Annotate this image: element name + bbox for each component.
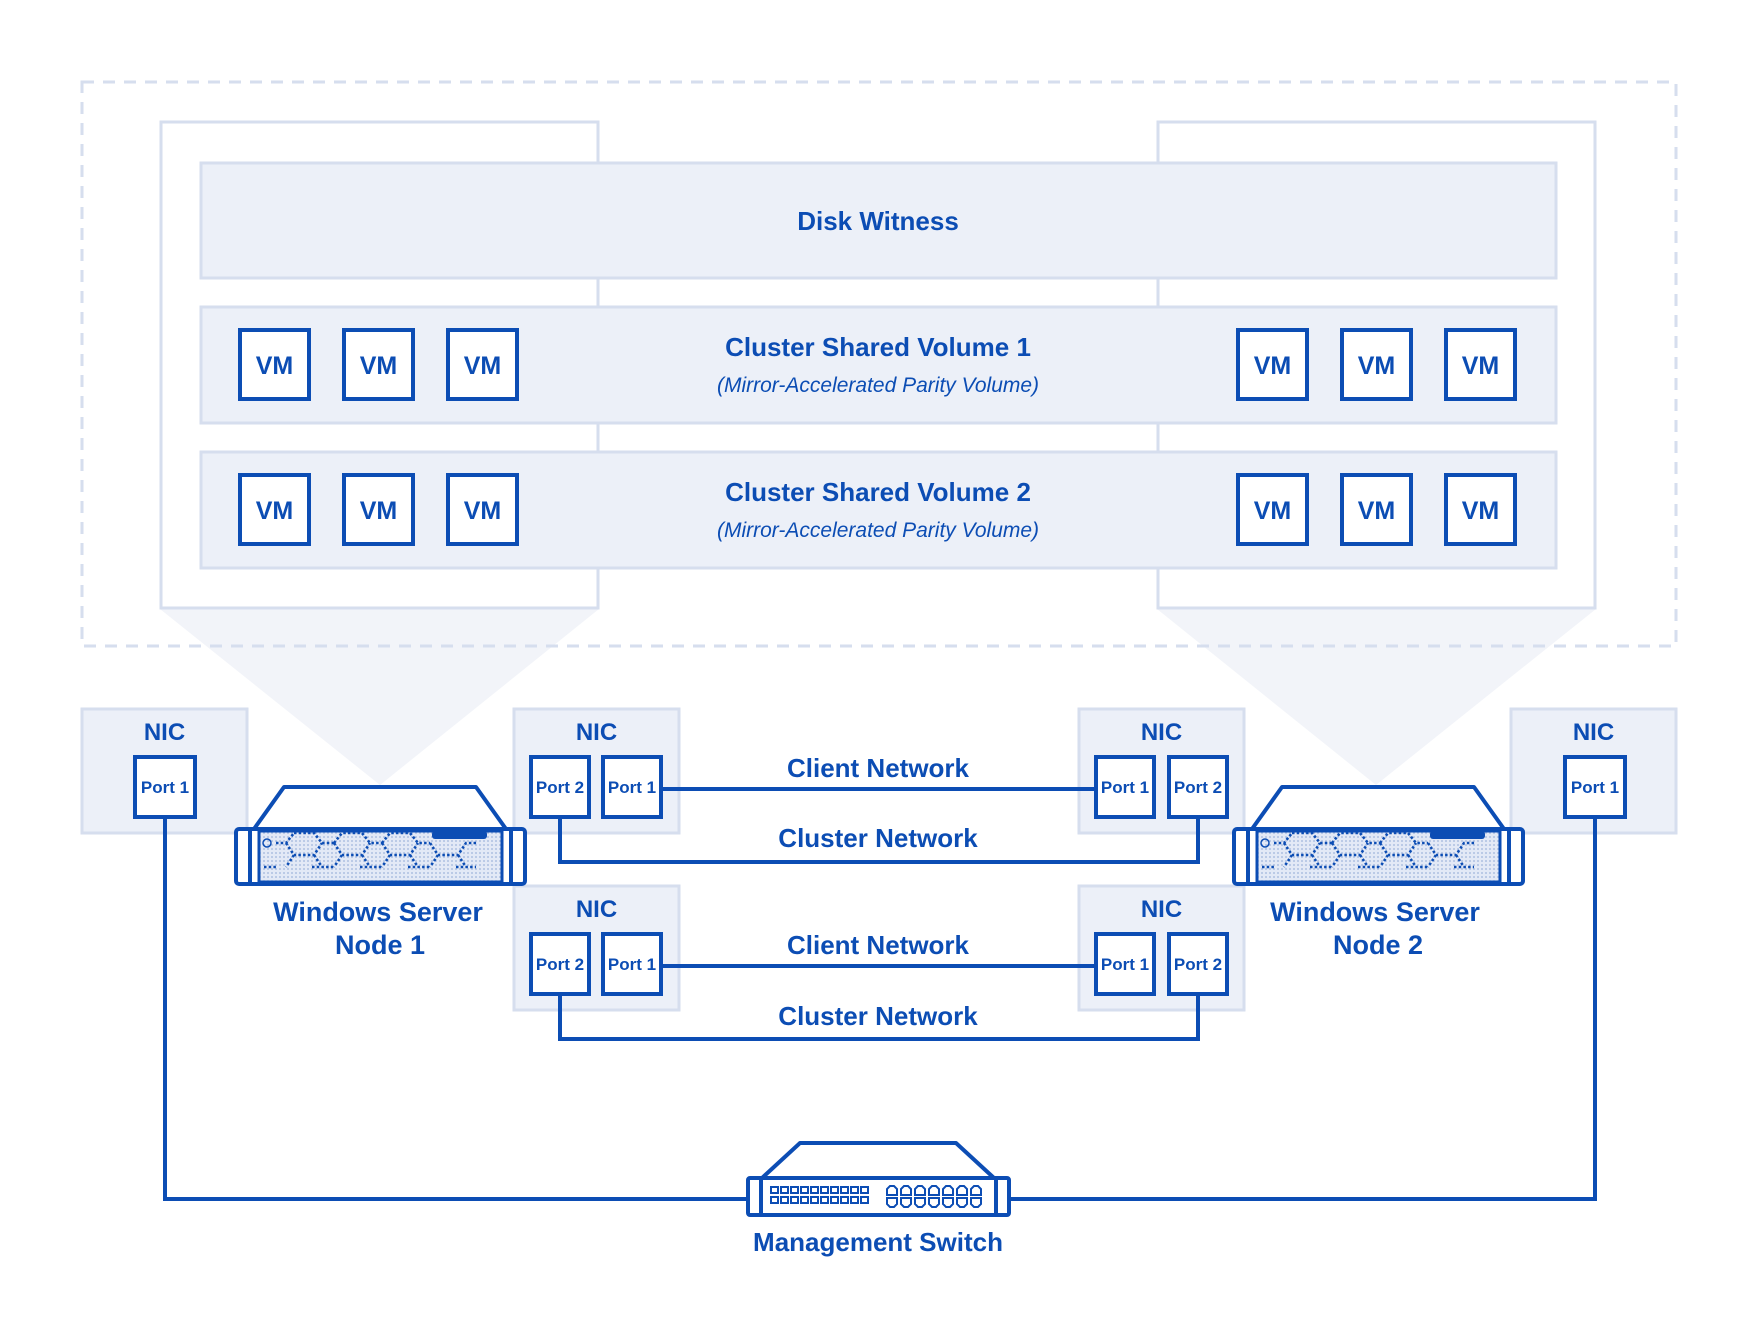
vm-label: VM — [360, 497, 398, 525]
vm-label: VM — [464, 497, 502, 525]
port-label: Port 2 — [536, 778, 584, 797]
vm-box[interactable]: VM — [1236, 328, 1309, 401]
vm-box[interactable]: VM — [342, 473, 415, 546]
port-box[interactable]: Port 2 — [529, 755, 591, 819]
node2-label-line2: Node 2 — [1333, 930, 1423, 960]
port-label: Port 1 — [608, 955, 656, 974]
nic-label: NIC — [1573, 719, 1614, 746]
port-box[interactable]: Port 1 — [1094, 755, 1156, 819]
disk-witness[interactable]: Disk Witness — [199, 161, 1558, 280]
port-label: Port 1 — [1101, 778, 1149, 797]
port-box[interactable]: Port 1 — [601, 755, 663, 819]
node1-label-line2: Node 1 — [335, 930, 425, 960]
nic-label: NIC — [1141, 896, 1182, 923]
vm-label: VM — [256, 497, 294, 525]
csv2-title: Cluster Shared Volume 2 — [725, 477, 1031, 507]
port-label: Port 1 — [141, 778, 189, 797]
csv2-subtitle: (Mirror-Accelerated Parity Volume) — [717, 519, 1039, 542]
port-box[interactable]: Port 1 — [1094, 932, 1156, 996]
port-label: Port 1 — [1571, 778, 1619, 797]
vm-box[interactable]: VM — [1444, 328, 1517, 401]
port-label: Port 2 — [536, 955, 584, 974]
nic-label: NIC — [576, 719, 617, 746]
vm-label: VM — [1254, 352, 1292, 380]
vm-box[interactable]: VM — [342, 328, 415, 401]
vm-box[interactable]: VM — [446, 473, 519, 546]
cluster-network-label-upper: Cluster Network — [778, 823, 978, 853]
vm-label: VM — [464, 352, 502, 380]
vm-box[interactable]: VM — [1340, 473, 1413, 546]
vm-label: VM — [1358, 352, 1396, 380]
management-switch-label: Management Switch — [753, 1227, 1003, 1257]
port-box[interactable]: Port 2 — [529, 932, 591, 996]
port-label: Port 1 — [608, 778, 656, 797]
disk-witness-label: Disk Witness — [797, 206, 959, 236]
client-network-label-upper: Client Network — [787, 753, 970, 783]
vm-box[interactable]: VM — [1340, 328, 1413, 401]
server-icon[interactable] — [234, 785, 527, 886]
nic-label: NIC — [144, 719, 185, 746]
port-label: Port 2 — [1174, 955, 1222, 974]
failover-cluster-diagram: Disk Witness Cluster Shared Volume 1 (Mi… — [80, 80, 1678, 1257]
port-box[interactable]: Port 1 — [133, 755, 197, 819]
vm-box[interactable]: VM — [1444, 473, 1517, 546]
network-switch-icon[interactable] — [746, 1141, 1011, 1217]
port-label: Port 2 — [1174, 778, 1222, 797]
vm-label: VM — [1462, 352, 1500, 380]
node1-label-line1: Windows Server — [273, 897, 483, 927]
vm-label: VM — [1254, 497, 1292, 525]
cluster-network-label-lower: Cluster Network — [778, 1001, 978, 1031]
vm-label: VM — [1358, 497, 1396, 525]
node2-label-line1: Windows Server — [1270, 897, 1480, 927]
port-box[interactable]: Port 1 — [1563, 755, 1627, 819]
vm-label: VM — [360, 352, 398, 380]
port-box[interactable]: Port 2 — [1167, 755, 1229, 819]
csv1-subtitle: (Mirror-Accelerated Parity Volume) — [717, 374, 1039, 397]
vm-label: VM — [256, 352, 294, 380]
csv1-title: Cluster Shared Volume 1 — [725, 332, 1031, 362]
vm-label: VM — [1462, 497, 1500, 525]
vm-box[interactable]: VM — [1236, 473, 1309, 546]
client-network-label-lower: Client Network — [787, 930, 970, 960]
vm-box[interactable]: VM — [238, 328, 311, 401]
server-icon[interactable] — [1232, 785, 1525, 886]
nic-label: NIC — [576, 896, 617, 923]
port-label: Port 1 — [1101, 955, 1149, 974]
port-box[interactable]: Port 1 — [601, 932, 663, 996]
port-box[interactable]: Port 2 — [1167, 932, 1229, 996]
nic-label: NIC — [1141, 719, 1182, 746]
vm-box[interactable]: VM — [238, 473, 311, 546]
vm-box[interactable]: VM — [446, 328, 519, 401]
